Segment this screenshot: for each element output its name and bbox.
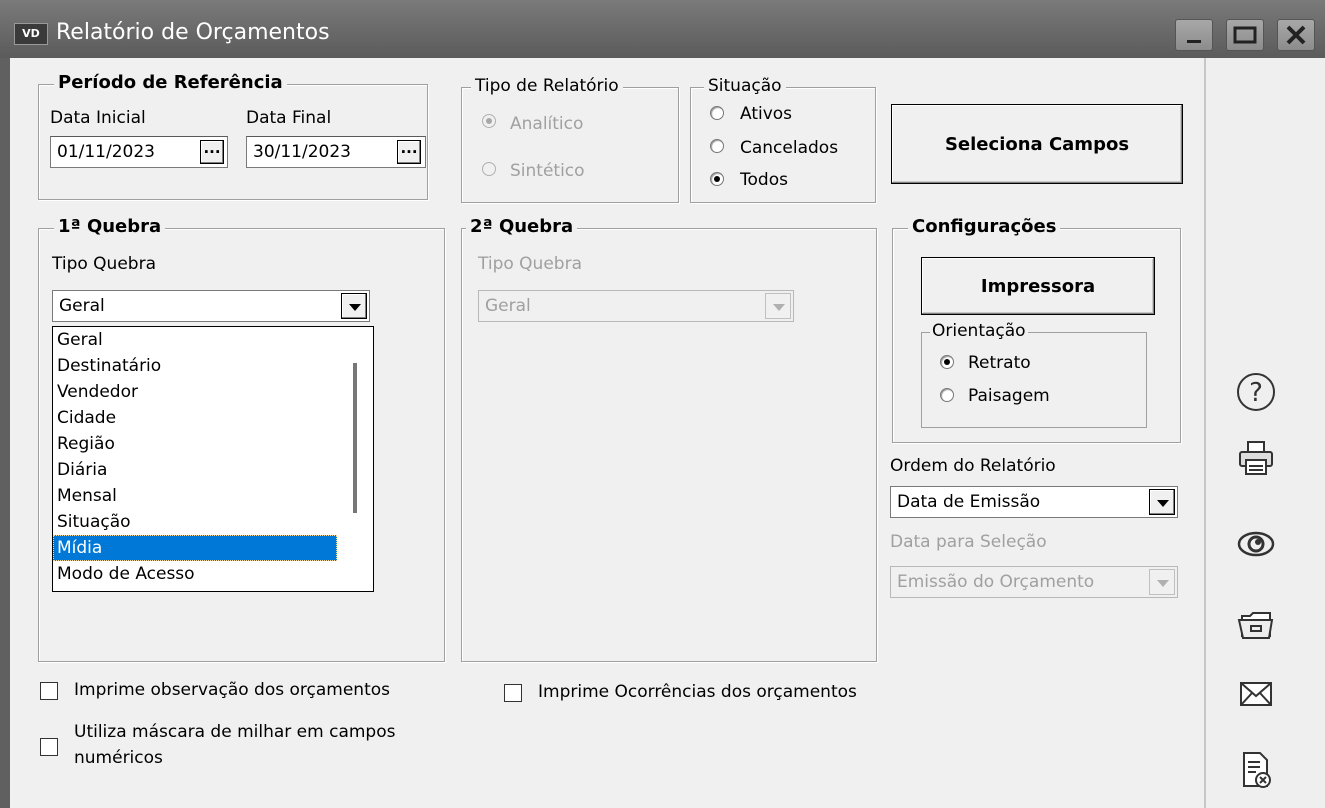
retrato-label: Retrato [968, 353, 1031, 373]
radio-sintetico[interactable] [482, 162, 496, 176]
ocorrencias-label: Imprime Ocorrências dos orçamentos [538, 682, 857, 702]
quebra2-tipo-label: Tipo Quebra [478, 254, 582, 274]
mascara-label-line2: numéricos [74, 748, 163, 768]
data-inicial-value: 01/11/2023 [57, 142, 155, 162]
maximize-button[interactable] [1226, 19, 1264, 51]
radio-cancelados[interactable] [710, 139, 724, 153]
quebra1-select[interactable]: Geral [52, 290, 370, 322]
radio-ativos[interactable] [710, 106, 724, 120]
data-final-value: 30/11/2023 [253, 142, 351, 162]
list-item[interactable]: Modo de Acesso [53, 561, 337, 587]
quebra1-dropdown-list[interactable]: Geral Destinatário Vendedor Cidade Regiã… [52, 326, 374, 592]
chevron-down-icon[interactable] [341, 293, 367, 319]
list-item[interactable]: Região [53, 431, 337, 457]
situacao-legend: Situação [704, 76, 786, 96]
preview-icon[interactable] [1234, 522, 1278, 566]
cancel-document-icon[interactable] [1234, 748, 1278, 792]
minimize-button[interactable] [1175, 19, 1213, 51]
ordem-value: Data de Emissão [897, 492, 1041, 512]
ativos-label: Ativos [740, 104, 793, 124]
data-final-picker-button[interactable]: ... [397, 140, 421, 164]
help-icon[interactable]: ? [1234, 370, 1278, 414]
window-border [0, 58, 10, 808]
chevron-down-icon[interactable] [1149, 489, 1175, 515]
orientacao-group [921, 332, 1147, 428]
quebra1-value: Geral [59, 296, 105, 316]
orientacao-legend: Orientação [930, 321, 1028, 341]
list-item[interactable]: Destinatário [53, 353, 337, 379]
configuracoes-legend: Configurações [908, 216, 1061, 237]
list-item[interactable]: Cidade [53, 405, 337, 431]
radio-analitico[interactable] [482, 114, 496, 128]
list-item[interactable]: Situação [53, 509, 337, 535]
observacao-label: Imprime observação dos orçamentos [74, 680, 390, 700]
data-inicial-label: Data Inicial [50, 108, 146, 128]
todos-label: Todos [740, 170, 788, 190]
radio-paisagem[interactable] [940, 388, 954, 402]
dropdown-scrollbar[interactable] [339, 327, 373, 591]
close-icon [1286, 25, 1306, 45]
chevron-down-icon[interactable] [1149, 569, 1175, 595]
maximize-icon [1233, 26, 1257, 44]
sintetico-label: Sintético [510, 161, 585, 181]
list-item[interactable]: Geral [53, 327, 337, 353]
tipo-relatorio-legend: Tipo de Relatório [471, 76, 623, 96]
mascara-checkbox[interactable] [40, 738, 58, 756]
chevron-down-icon[interactable] [765, 293, 791, 319]
data-final-label: Data Final [246, 108, 332, 128]
data-selecao-select[interactable]: Emissão do Orçamento [890, 566, 1178, 598]
ordem-label: Ordem do Relatório [890, 456, 1056, 476]
analitico-label: Analítico [510, 114, 584, 134]
tipo-relatorio-group [461, 87, 679, 203]
app-icon: VD [14, 23, 48, 45]
list-item-highlighted[interactable]: Mídia [53, 535, 337, 561]
list-item[interactable]: Diária [53, 457, 337, 483]
quebra2-value: Geral [485, 296, 531, 316]
data-selecao-value: Emissão do Orçamento [897, 572, 1095, 592]
print-icon[interactable] [1234, 436, 1278, 480]
ocorrencias-checkbox[interactable] [504, 684, 522, 702]
list-item[interactable]: Vendedor [53, 379, 337, 405]
minimize-icon [1187, 40, 1201, 43]
radio-todos[interactable] [710, 172, 724, 186]
seleciona-campos-button[interactable]: Seleciona Campos [891, 104, 1183, 184]
quebra1-tipo-label: Tipo Quebra [52, 254, 156, 274]
ordem-select[interactable]: Data de Emissão [890, 486, 1178, 518]
close-button[interactable] [1277, 19, 1315, 51]
data-inicial-picker-button[interactable]: ... [200, 140, 224, 164]
list-item[interactable]: Mensal [53, 483, 337, 509]
observacao-checkbox[interactable] [40, 682, 58, 700]
window-title: Relatório de Orçamentos [56, 20, 330, 45]
cancelados-label: Cancelados [740, 138, 839, 158]
svg-text:?: ? [1249, 378, 1263, 408]
folder-icon[interactable] [1234, 602, 1278, 646]
impressora-label: Impressora [980, 276, 1096, 297]
periodo-legend: Período de Referência [54, 72, 287, 93]
quebra1-legend: 1ª Quebra [54, 216, 166, 237]
impressora-button[interactable]: Impressora [921, 257, 1155, 315]
scrollbar-thumb[interactable] [353, 363, 357, 513]
paisagem-label: Paisagem [968, 386, 1050, 406]
mascara-label-line1: Utiliza máscara de milhar em campos [74, 722, 396, 742]
email-icon[interactable] [1234, 672, 1278, 716]
data-selecao-label: Data para Seleção [890, 532, 1047, 552]
quebra2-select[interactable]: Geral [478, 290, 794, 322]
quebra2-legend: 2ª Quebra [466, 216, 578, 237]
radio-retrato[interactable] [940, 355, 954, 369]
